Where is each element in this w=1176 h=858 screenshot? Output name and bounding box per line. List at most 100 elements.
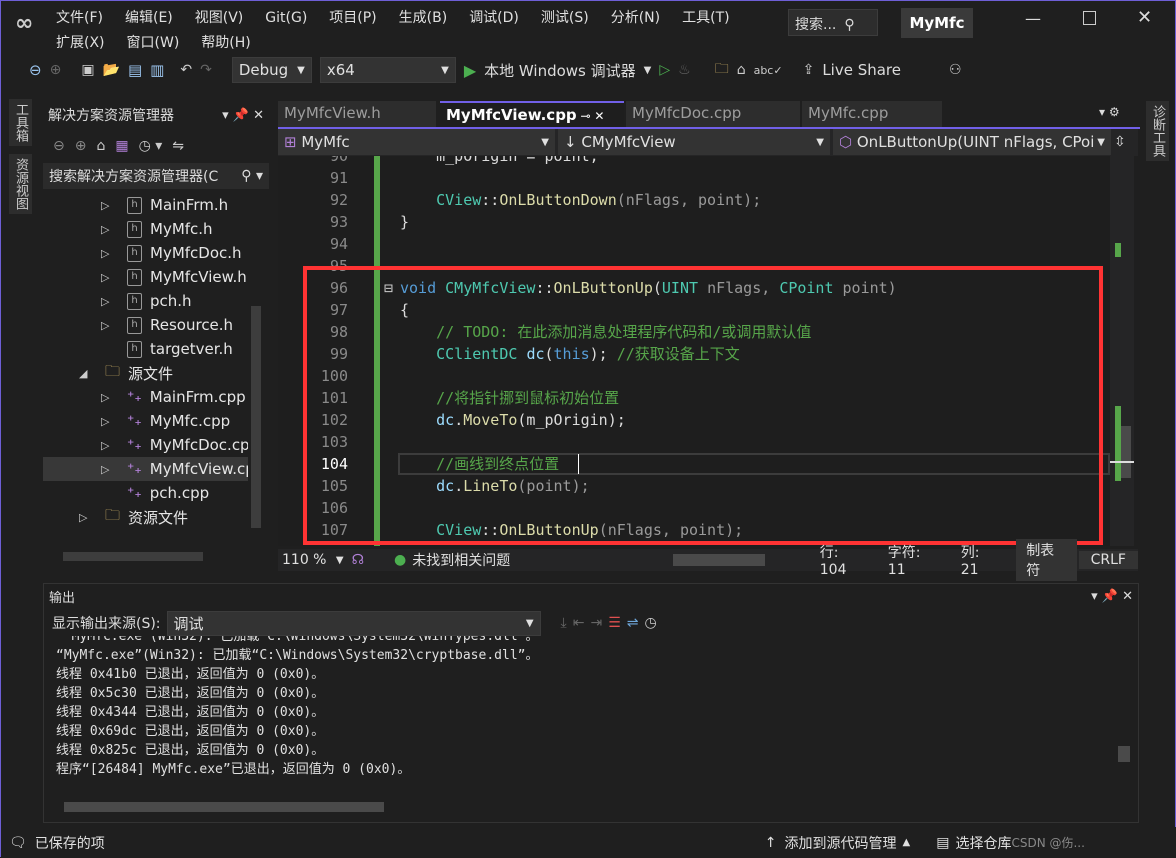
expanded-arrow-icon[interactable]: ◢ xyxy=(79,367,87,380)
menu-item[interactable]: 测试(S) xyxy=(541,10,589,26)
word-wrap-icon[interactable]: ⇌ xyxy=(627,615,639,631)
undo-icon[interactable]: ↶ xyxy=(180,62,192,78)
menu-item[interactable]: Git(G) xyxy=(265,10,307,26)
tree-item[interactable]: ▷ ⁺₊ MyMfc.cpp xyxy=(43,409,248,433)
hscroll[interactable] xyxy=(673,554,765,566)
feedback-icon[interactable]: ⚇ xyxy=(949,62,962,78)
zoom-level[interactable]: 110 % xyxy=(278,552,336,568)
home-icon[interactable]: ⌂ xyxy=(96,138,105,154)
back-icon[interactable]: ⊖ xyxy=(29,61,42,79)
open-folder-icon[interactable]: 📂 xyxy=(103,62,120,78)
back-icon[interactable]: ⊖ xyxy=(53,138,65,154)
tree-item[interactable]: ▷ ⁺₊ MyMfcView.cpp xyxy=(43,457,248,481)
expand-arrow-icon[interactable]: ▷ xyxy=(101,199,109,212)
bookmark-icon[interactable]: ⌂ xyxy=(737,62,746,78)
expand-arrow-icon[interactable]: ▷ xyxy=(101,415,109,428)
run-button[interactable]: 本地 Windows 调试器 xyxy=(484,60,636,81)
tab-overflow-icon[interactable]: ▾ ⚙ xyxy=(1099,105,1120,119)
menu-item[interactable]: 生成(B) xyxy=(399,10,448,26)
tree-item[interactable]: ▷ ⁺₊ MainFrm.cpp xyxy=(43,385,248,409)
run-icon[interactable]: ▶ xyxy=(464,61,476,80)
tree-item[interactable]: ▷ h Resource.h xyxy=(43,313,248,337)
tree-item[interactable]: h targetver.h xyxy=(43,337,248,361)
tree-item[interactable]: ▷ h MainFrm.h xyxy=(43,193,248,217)
save-icon[interactable]: ▤ xyxy=(128,61,142,79)
project-dropdown[interactable]: ⊞ MyMfc ▼ xyxy=(278,129,555,155)
tree-item[interactable]: ▷ h MyMfc.h xyxy=(43,217,248,241)
tab-close-icon[interactable]: ⊸ ✕ xyxy=(577,109,604,123)
save-all-icon[interactable]: ▥ xyxy=(150,61,164,79)
tree-item[interactable]: ▷ h pch.h xyxy=(43,289,248,313)
menu-item[interactable]: 窗口(W) xyxy=(127,35,180,51)
line-ending[interactable]: CRLF xyxy=(1078,551,1138,569)
clear-all-icon[interactable]: ☰ xyxy=(608,615,621,631)
add-source-control-button[interactable]: 添加到源代码管理 xyxy=(785,833,897,853)
prev-message-icon[interactable]: ⇤ xyxy=(573,615,585,631)
tree-item[interactable]: ▷ 🗀 资源文件 xyxy=(43,505,248,529)
run-without-debug-icon[interactable]: ▷ xyxy=(659,62,670,78)
panel-controls[interactable]: ▾ 📌 ✕ xyxy=(1091,589,1133,604)
hot-reload-icon[interactable]: ♨ xyxy=(678,62,691,78)
tree-item[interactable]: ▷ h MyMfcView.h xyxy=(43,265,248,289)
search-box[interactable]: 搜索... ⚲ xyxy=(788,9,878,36)
select-repo-button[interactable]: 选择仓库 xyxy=(955,833,1011,853)
expand-arrow-icon[interactable]: ▷ xyxy=(79,511,87,524)
expand-arrow-icon[interactable]: ▷ xyxy=(101,319,109,332)
expand-arrow-icon[interactable]: ▷ xyxy=(101,271,109,284)
expand-arrow-icon[interactable]: ▷ xyxy=(101,295,109,308)
toolbox-tab[interactable]: 工具箱 xyxy=(9,99,32,146)
menu-item[interactable]: 扩展(X) xyxy=(56,35,105,51)
next-message-icon[interactable]: ⇥ xyxy=(590,615,602,631)
minimize-button[interactable]: — xyxy=(1025,9,1041,28)
menu-item[interactable]: 分析(N) xyxy=(611,10,660,26)
sync-icon[interactable]: ⇋ xyxy=(172,138,184,154)
menu-item[interactable]: 视图(V) xyxy=(195,10,244,26)
editor-tab[interactable]: MyMfcView.h xyxy=(278,101,436,127)
vertical-scrollbar[interactable] xyxy=(251,306,261,528)
panel-controls[interactable]: ▾ 📌 ✕ xyxy=(222,108,264,123)
indent-mode[interactable]: 制表符 xyxy=(1016,539,1077,581)
class-dropdown[interactable]: ↓ CMyMfcView ▼ xyxy=(558,129,830,155)
split-icon[interactable]: ⇳ xyxy=(1114,129,1126,156)
expand-arrow-icon[interactable]: ▷ xyxy=(101,223,109,236)
maximize-button[interactable] xyxy=(1083,11,1096,25)
output-text[interactable]: “MyMfc.exe”(Win32): 已加载“C:\Windows\Syste… xyxy=(56,636,1106,786)
editor-tab[interactable]: MyMfc.cpp xyxy=(802,101,942,127)
expand-arrow-icon[interactable]: ▷ xyxy=(101,247,109,260)
output-vscroll[interactable] xyxy=(1118,746,1130,762)
spellcheck-icon[interactable]: abc✓ xyxy=(754,64,783,77)
live-share-icon[interactable]: ⇪ xyxy=(803,62,815,78)
goto-output-icon[interactable]: ⤓ xyxy=(561,615,567,631)
platform-select[interactable]: x64 ▼ xyxy=(319,57,456,83)
find-in-files-icon[interactable]: 🗀 xyxy=(715,58,729,82)
menu-item[interactable]: 调试(D) xyxy=(469,10,519,26)
issues-status[interactable]: 未找到相关问题 xyxy=(412,550,643,570)
redo-icon[interactable]: ↷ xyxy=(200,62,212,78)
live-share-button[interactable]: Live Share xyxy=(822,61,901,79)
output-hscroll[interactable] xyxy=(64,802,384,812)
config-select[interactable]: Debug ▼ xyxy=(231,57,312,83)
tree-item[interactable]: ▷ h MyMfcDoc.h xyxy=(43,241,248,265)
horizontal-scrollbar[interactable] xyxy=(63,552,203,561)
new-project-icon[interactable]: ▣ xyxy=(81,62,94,78)
forward-icon[interactable]: ⊕ xyxy=(75,138,87,154)
tree-item[interactable]: ◢ 🗀 源文件 xyxy=(43,361,248,385)
timestamp-icon[interactable]: ◷ xyxy=(645,615,657,631)
tree-item[interactable]: ⁺₊ pch.cpp xyxy=(43,481,248,505)
expand-arrow-icon[interactable]: ▷ xyxy=(101,463,109,476)
tree-item[interactable]: ▷ ⁺₊ MyMfcDoc.cpp xyxy=(43,433,248,457)
editor-tab[interactable]: MyMfcDoc.cpp xyxy=(626,101,800,127)
pending-changes-icon[interactable]: ◷ ▾ xyxy=(139,138,163,154)
member-dropdown[interactable]: ⬡ OnLButtonUp(UINT nFlags, CPoi ▼ xyxy=(833,129,1111,155)
solution-search-input[interactable]: 搜索解决方案资源管理器(C ⚲ ▾ xyxy=(43,163,269,189)
editor-scrollbar[interactable] xyxy=(1110,156,1134,546)
output-source-select[interactable]: 调试 ▼ xyxy=(166,610,541,636)
close-button[interactable]: ✕ xyxy=(1137,7,1152,28)
menu-item[interactable]: 帮助(H) xyxy=(201,35,250,51)
forward-icon[interactable]: ⊕ xyxy=(50,62,62,78)
menu-item[interactable]: 工具(T) xyxy=(682,10,729,26)
expand-arrow-icon[interactable]: ▷ xyxy=(101,391,109,404)
diagnostics-tab[interactable]: 诊断工具 xyxy=(1146,101,1169,161)
menu-item[interactable]: 文件(F) xyxy=(56,10,103,26)
expand-arrow-icon[interactable]: ▷ xyxy=(101,439,109,452)
